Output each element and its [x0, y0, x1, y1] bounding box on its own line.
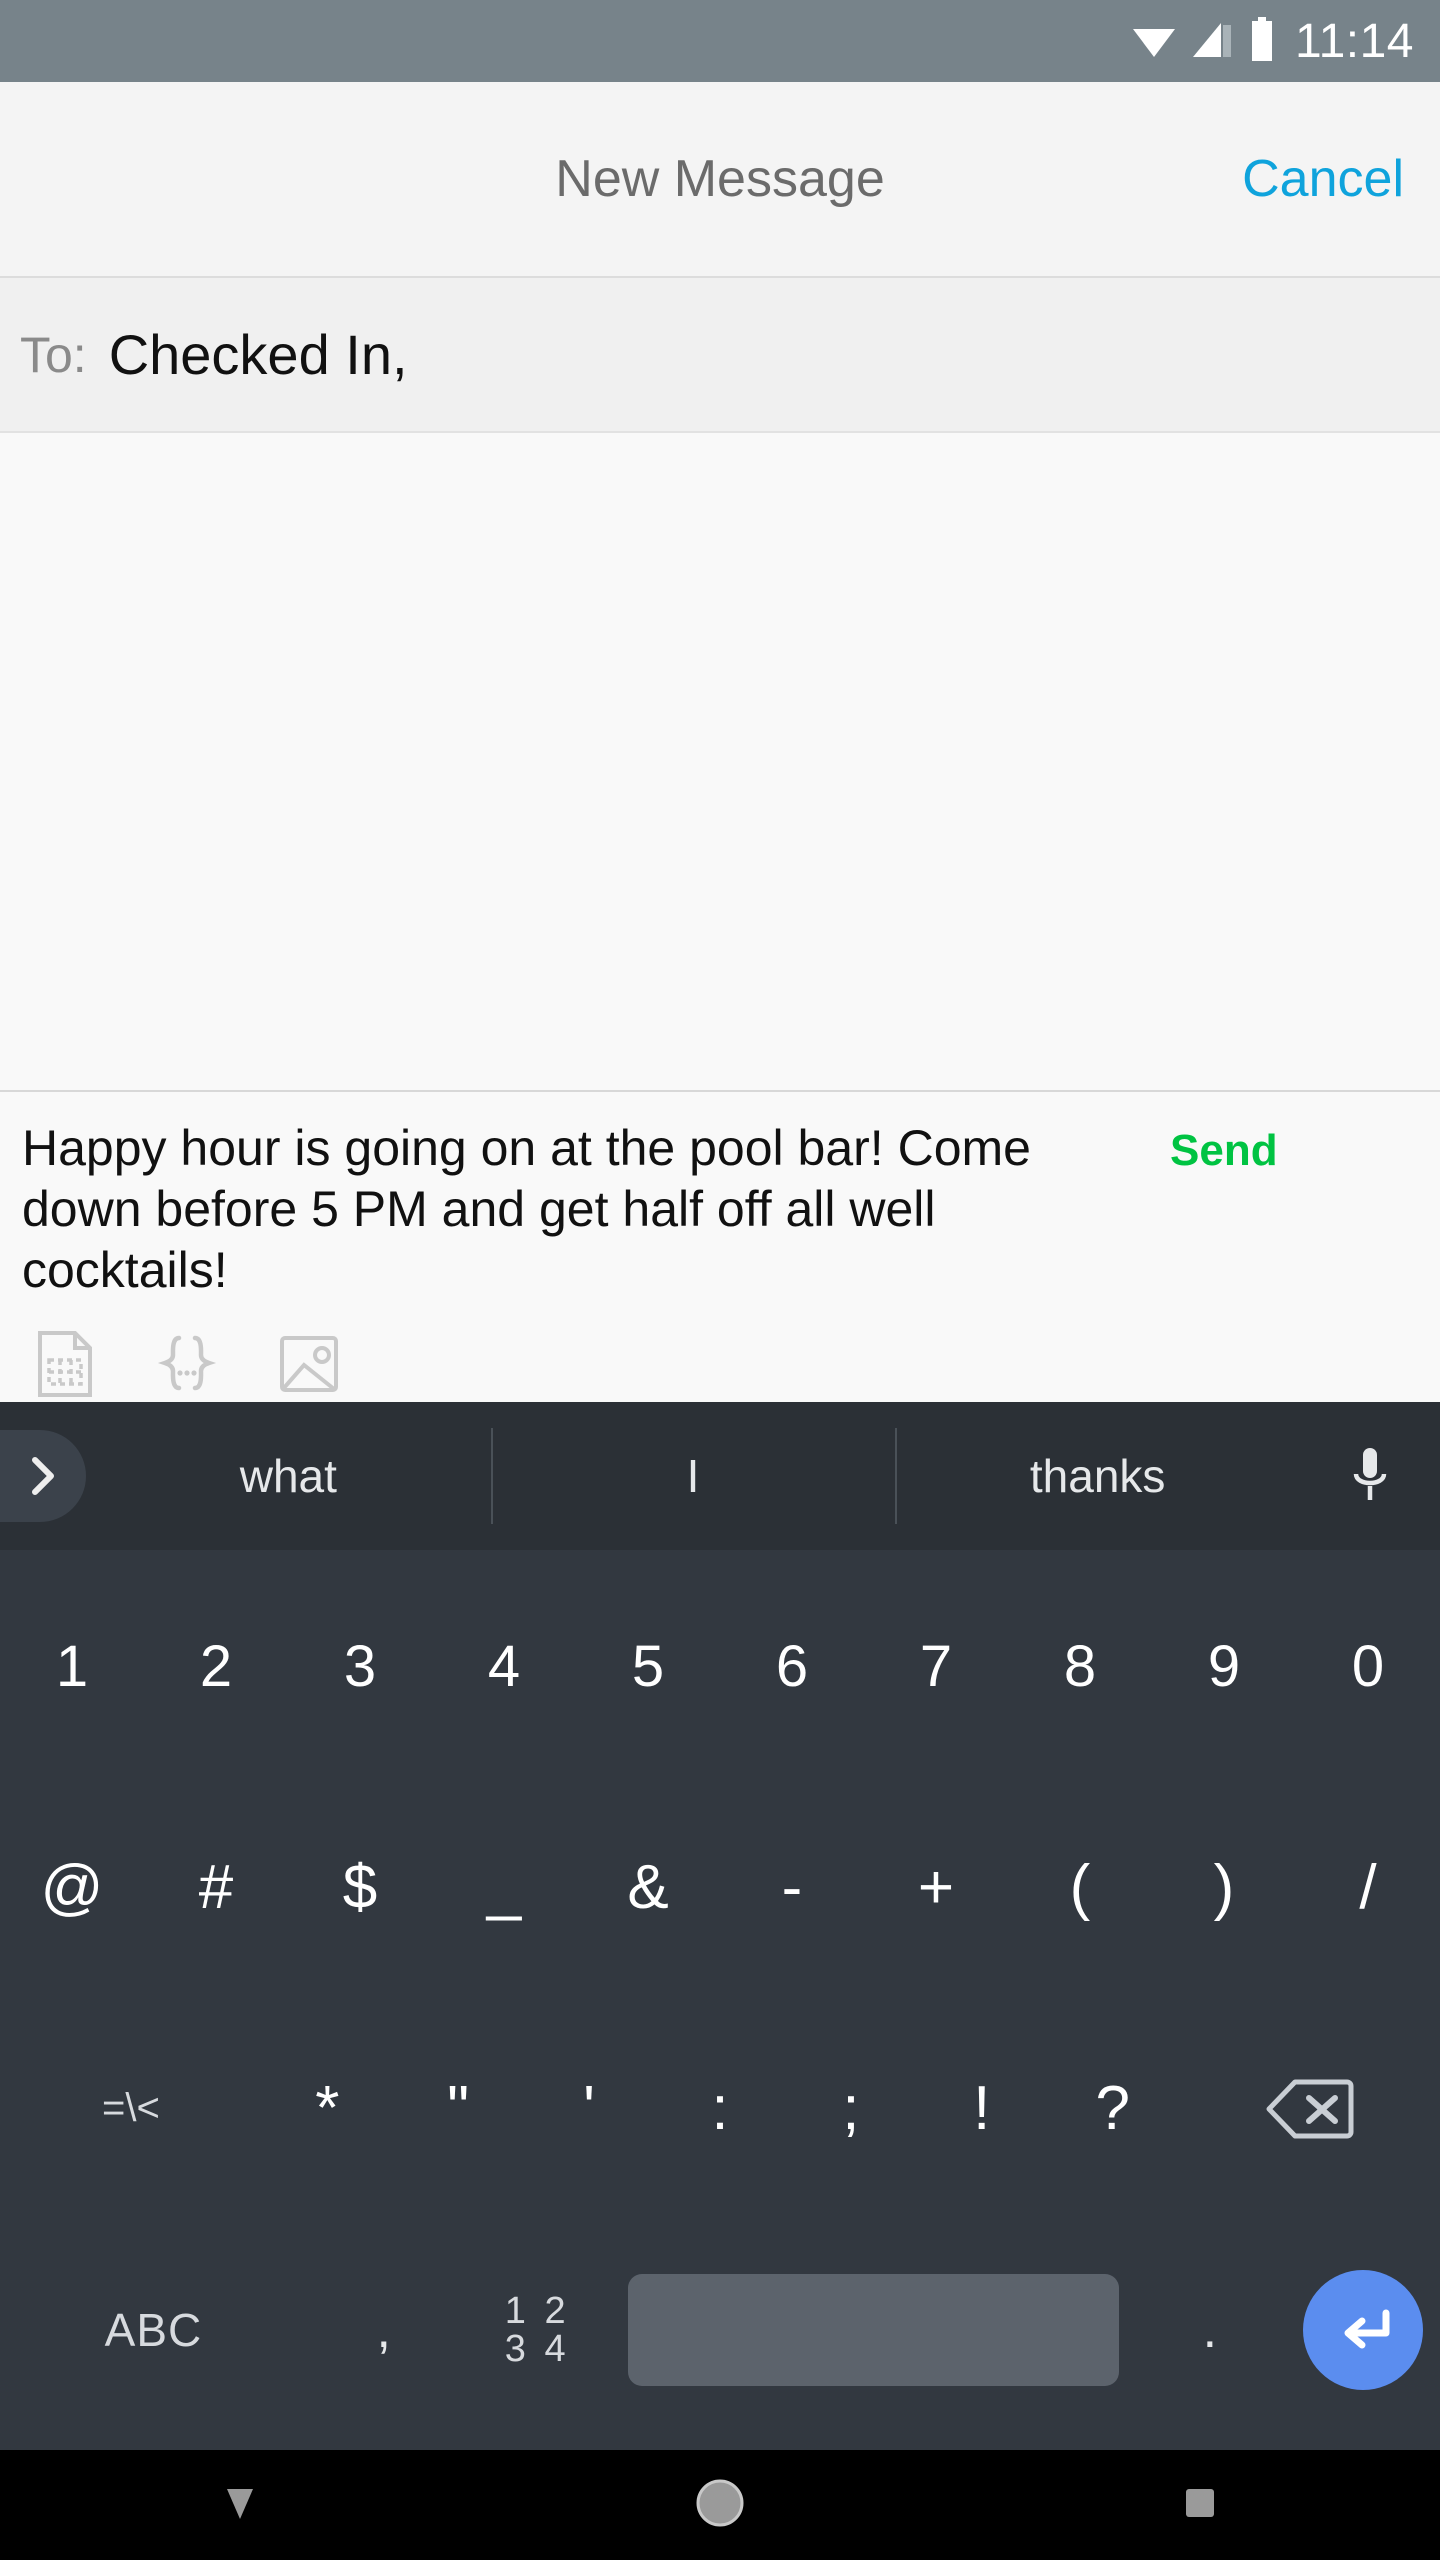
- merge-field-icon[interactable]: [152, 1329, 222, 1399]
- key-exclamation[interactable]: !: [916, 1998, 1047, 2219]
- cellular-signal-icon: [1191, 19, 1235, 64]
- keyboard-row-three: =\< * " ' : ; ! ?: [0, 1998, 1440, 2219]
- key-7[interactable]: 7: [864, 1556, 1008, 1777]
- keyboard-row-bottom: ABC , 1 2 3 4 .: [0, 2219, 1440, 2440]
- backspace-icon[interactable]: [1178, 1998, 1440, 2219]
- recents-button[interactable]: [1140, 2450, 1260, 2560]
- key-enter[interactable]: [1287, 2269, 1440, 2390]
- key-hash[interactable]: #: [144, 1777, 288, 1998]
- send-button[interactable]: Send: [1170, 1118, 1300, 1176]
- key-0[interactable]: 0: [1296, 1556, 1440, 1777]
- key-dollar[interactable]: $: [288, 1777, 432, 1998]
- key-period[interactable]: .: [1133, 2219, 1286, 2440]
- numeric-grid-glyph: 1 2 3 4: [505, 2292, 570, 2368]
- cancel-button[interactable]: Cancel: [1242, 149, 1404, 209]
- hide-keyboard-button[interactable]: [180, 2450, 300, 2560]
- key-2[interactable]: 2: [144, 1556, 288, 1777]
- key-5[interactable]: 5: [576, 1556, 720, 1777]
- key-paren-open[interactable]: (: [1008, 1777, 1152, 1998]
- status-bar-clock: 11:14: [1294, 14, 1414, 68]
- on-screen-keyboard: what I thanks 1 2 3 4 5 6 7 8 9 0 @ # $ …: [0, 1402, 1440, 2450]
- wifi-icon: [1131, 19, 1177, 64]
- key-abc-switch[interactable]: ABC: [0, 2219, 307, 2440]
- key-single-quote[interactable]: ': [524, 1998, 655, 2219]
- key-numeric-grid[interactable]: 1 2 3 4: [460, 2219, 613, 2440]
- key-semicolon[interactable]: ;: [785, 1998, 916, 2219]
- home-button[interactable]: [660, 2450, 780, 2560]
- battery-icon: [1249, 16, 1275, 66]
- numeric-grid-top: 1 2: [504, 2289, 570, 2332]
- suggestion-strip: what I thanks: [0, 1402, 1440, 1550]
- key-9[interactable]: 9: [1152, 1556, 1296, 1777]
- key-1[interactable]: 1: [0, 1556, 144, 1777]
- key-4[interactable]: 4: [432, 1556, 576, 1777]
- keyboard-row-numbers: 1 2 3 4 5 6 7 8 9 0: [0, 1556, 1440, 1777]
- key-6[interactable]: 6: [720, 1556, 864, 1777]
- key-asterisk[interactable]: *: [262, 1998, 393, 2219]
- key-ampersand[interactable]: &: [576, 1777, 720, 1998]
- key-paren-close[interactable]: ): [1152, 1777, 1296, 1998]
- keyboard-row-symbols: @ # $ _ & - + ( ) /: [0, 1777, 1440, 1998]
- suggestion-list: what I thanks: [86, 1402, 1300, 1550]
- key-rows: 1 2 3 4 5 6 7 8 9 0 @ # $ _ & - + () / …: [0, 1550, 1440, 2450]
- key-hyphen[interactable]: -: [720, 1777, 864, 1998]
- key-comma[interactable]: ,: [307, 2219, 460, 2440]
- title-bar: New Message Cancel: [0, 82, 1440, 278]
- phone-screen: 11:14 New Message Cancel To: Checked In,…: [0, 0, 1440, 2560]
- recipient-field[interactable]: To: Checked In,: [0, 278, 1440, 433]
- key-8[interactable]: 8: [1008, 1556, 1152, 1777]
- compose-area: Happy hour is going on at the pool bar! …: [0, 1092, 1440, 1402]
- key-colon[interactable]: :: [655, 1998, 786, 2219]
- key-at[interactable]: @: [0, 1777, 144, 1998]
- suggestion-item-1[interactable]: I: [490, 1402, 896, 1550]
- key-question[interactable]: ?: [1047, 1998, 1178, 2219]
- recipient-value[interactable]: Checked In,: [109, 322, 408, 387]
- key-space[interactable]: [627, 2273, 1120, 2386]
- navigation-bar: [0, 2450, 1440, 2560]
- key-plus[interactable]: +: [864, 1777, 1008, 1998]
- key-underscore[interactable]: _: [432, 1777, 576, 1998]
- template-icon[interactable]: [30, 1329, 100, 1399]
- numeric-grid-bottom: 3 4: [504, 2327, 570, 2370]
- key-double-quote[interactable]: ": [393, 1998, 524, 2219]
- image-icon[interactable]: [274, 1329, 344, 1399]
- suggestion-item-2[interactable]: thanks: [895, 1402, 1300, 1550]
- enter-icon: [1303, 2269, 1424, 2390]
- message-thread-area: [0, 433, 1440, 1092]
- page-title: New Message: [555, 150, 885, 208]
- key-3[interactable]: 3: [288, 1556, 432, 1777]
- status-bar: 11:14: [0, 0, 1440, 82]
- triangle-down-icon: [215, 2481, 265, 2530]
- message-input[interactable]: Happy hour is going on at the pool bar! …: [0, 1118, 1170, 1301]
- key-symbol-shift[interactable]: =\<: [0, 1998, 262, 2219]
- square-icon: [1178, 2481, 1222, 2530]
- chevron-right-icon[interactable]: [0, 1430, 86, 1522]
- compose-top-row: Happy hour is going on at the pool bar! …: [0, 1092, 1440, 1301]
- key-slash[interactable]: /: [1296, 1777, 1440, 1998]
- microphone-icon[interactable]: [1300, 1444, 1440, 1508]
- suggestion-item-0[interactable]: what: [86, 1402, 491, 1550]
- circle-icon: [692, 2475, 748, 2536]
- attachment-toolbar: [0, 1301, 1440, 1399]
- recipient-label: To:: [20, 326, 87, 383]
